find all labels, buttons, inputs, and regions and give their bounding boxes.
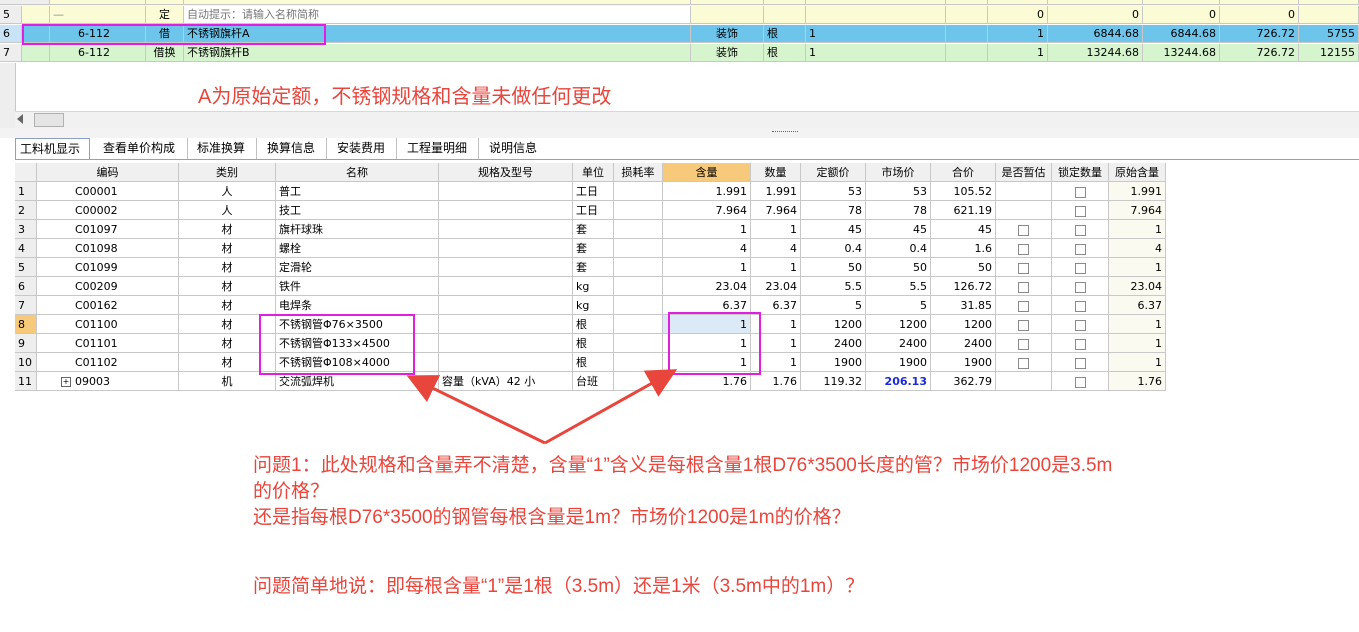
question1-line3: 还是指每根D76*3500的钢管每根含量是1m？市场价1200是1m的价格？ <box>253 507 851 528</box>
question1-line2: 的价格？ <box>253 481 330 502</box>
question1-text: 问题1：此处规格和含量弄不清楚，含量“1”含义是每根含量1根D76*3500长度… <box>253 453 1112 531</box>
question1-line1: 问题1：此处规格和含量弄不清楚，含量“1”含义是每根含量1根D76*3500长度… <box>253 455 1113 476</box>
arrow-to-names <box>406 375 546 445</box>
question-summary: 问题简单地说：即每根含量“1”是1根（3.5m）还是1米（3.5m中的1m）？ <box>253 576 865 597</box>
annotation-arrows <box>406 369 678 445</box>
arrow-to-qty <box>544 369 678 445</box>
